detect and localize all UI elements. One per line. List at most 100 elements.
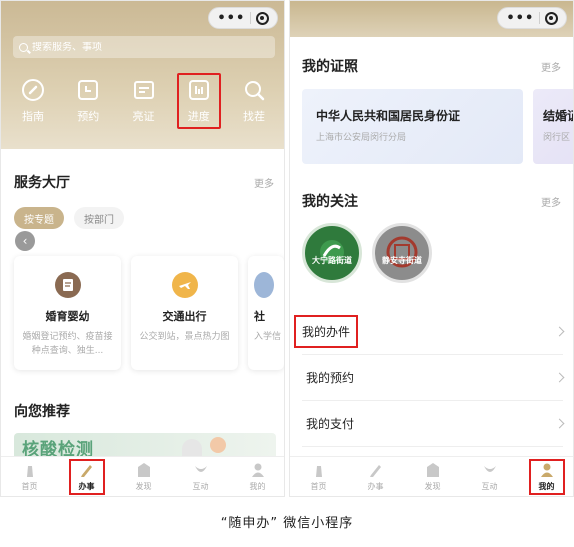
plane-icon <box>171 272 198 298</box>
service-card-marriage[interactable]: 婚育婴幼 婚姻登记预约、疫苗接种点查询、独生... <box>14 256 121 370</box>
document-icon <box>54 272 81 298</box>
more-dots-icon[interactable]: ••• <box>217 12 245 25</box>
figure-caption: “随申办” 微信小程序 <box>220 516 354 531</box>
tab-label: 我的 <box>249 481 266 491</box>
header-banner: ••• 指南 预约 <box>1 1 284 149</box>
tab-interact[interactable]: 互动 <box>183 459 219 495</box>
tab-mine[interactable]: 我的 <box>528 458 565 495</box>
search-input[interactable] <box>32 41 252 53</box>
followed-accounts: 大宁路街道 静安寺街道 <box>302 223 432 283</box>
quick-action-progress[interactable]: 进度 <box>176 73 221 129</box>
service-card-social[interactable]: 社 入学信 示范幕 <box>248 256 284 370</box>
quick-action-label: 指南 <box>22 110 44 123</box>
quick-action-label: 找茬 <box>243 110 265 123</box>
tab-interact[interactable]: 互动 <box>472 459 508 495</box>
card-desc: 公交到站，景点热力图 <box>139 332 230 342</box>
tab-label: 互动 <box>481 481 498 491</box>
chip-by-topic[interactable]: 按专题 <box>14 207 64 229</box>
menu-my-cases[interactable]: 我的办件 <box>294 309 565 355</box>
certificate-title: 结婚证 <box>543 109 573 123</box>
profile-menu: 我的办件 我的预约 我的支付 <box>290 309 573 447</box>
card-desc: 婚姻登记预约、疫苗接种点查询、独生... <box>22 332 113 356</box>
tab-label: 首页 <box>310 481 327 491</box>
home-icon <box>26 462 33 477</box>
follows-more-link[interactable]: 更多 <box>541 194 561 209</box>
certificate-issuer: 闵行区 <box>543 133 571 143</box>
chevron-right-icon <box>554 418 565 429</box>
mini-program-capsule[interactable]: ••• <box>497 7 567 29</box>
search-bar[interactable] <box>13 36 275 58</box>
menu-my-payments[interactable]: 我的支付 <box>302 401 565 447</box>
tab-home[interactable]: 首页 <box>301 459 337 495</box>
home-icon <box>315 462 322 477</box>
capsule-divider <box>538 12 540 24</box>
menu-my-appointments[interactable]: 我的预约 <box>302 355 565 401</box>
certificate-card-id[interactable]: 中华人民共和国居民身份证 上海市公安局闵行分局 <box>302 89 523 164</box>
quick-action-label: 亮证 <box>132 110 155 123</box>
capsule-divider <box>249 12 251 24</box>
tab-discover[interactable]: 发现 <box>126 459 162 495</box>
hands-icon <box>194 465 207 472</box>
quick-action-label: 预约 <box>77 110 100 123</box>
certificate-card-marriage[interactable]: 结婚证 闵行区 <box>533 89 573 164</box>
card-desc: 入学信 示范幕 <box>254 332 284 342</box>
search-icon <box>242 78 266 102</box>
close-target-icon[interactable] <box>255 11 269 25</box>
user-icon <box>540 463 553 477</box>
left-phone-screen: ••• 指南 预约 <box>0 0 285 497</box>
tab-label: 互动 <box>192 481 209 491</box>
followed-account-jingansi[interactable]: 静安寺街道 <box>372 223 432 283</box>
certificates-title: 我的证照 <box>302 59 358 75</box>
chevron-left-icon[interactable]: ‹ <box>15 231 35 251</box>
right-phone-screen: ••• 我的证照 更多 中华人民共和国居民身份证 上海市公安局闵行分局 结婚证 … <box>289 0 574 497</box>
tab-mine[interactable]: 我的 <box>240 459 276 495</box>
quick-action-show-license[interactable]: 亮证 <box>122 73 166 129</box>
certificate-cards: 中华人民共和国居民身份证 上海市公安局闵行分局 结婚证 闵行区 <box>302 89 573 164</box>
tab-label: 办事 <box>367 481 384 491</box>
tab-label: 我的 <box>538 481 555 491</box>
progress-bars-icon <box>187 78 211 102</box>
tab-home[interactable]: 首页 <box>12 459 48 495</box>
menu-label: 我的办件 <box>294 315 359 348</box>
page: ••• 指南 预约 <box>0 0 574 547</box>
card-title: 交通出行 <box>162 310 207 323</box>
mini-program-capsule[interactable]: ••• <box>208 7 278 29</box>
menu-label: 我的支付 <box>306 417 355 431</box>
quick-action-label: 进度 <box>187 110 210 123</box>
tab-label: 办事 <box>78 481 95 491</box>
more-dots-icon[interactable]: ••• <box>506 12 534 25</box>
person-illustration <box>210 437 226 453</box>
card-title: 社 <box>254 310 265 323</box>
chevron-right-icon <box>554 326 565 337</box>
card-icon <box>132 78 156 102</box>
certificates-more-link[interactable]: 更多 <box>541 59 561 74</box>
close-target-icon[interactable] <box>544 11 558 25</box>
quick-action-appointment[interactable]: 预约 <box>66 73 110 129</box>
tab-discover[interactable]: 发现 <box>415 459 451 495</box>
header-strip: ••• <box>290 1 573 37</box>
chip-by-department[interactable]: 按部门 <box>74 207 124 229</box>
quick-action-find-issue[interactable]: 找茬 <box>232 73 276 129</box>
followed-account-label: 大宁路街道 <box>312 256 352 265</box>
tab-label: 首页 <box>21 481 38 491</box>
card-icon <box>254 272 274 298</box>
tab-services[interactable]: 办事 <box>358 459 394 495</box>
district-emblem-icon <box>320 240 344 264</box>
tab-services[interactable]: 办事 <box>68 458 105 495</box>
service-card-transport[interactable]: 交通出行 公交到站，景点热力图 <box>131 256 238 370</box>
recommend-title: 向您推荐 <box>14 404 70 420</box>
tab-label: 发现 <box>135 481 152 491</box>
district-emblem-icon <box>386 236 418 268</box>
quick-actions: 指南 预约 亮证 进度 找茬 <box>11 73 276 129</box>
certificate-title: 中华人民共和国居民身份证 <box>316 109 461 123</box>
chevron-right-icon <box>554 372 565 383</box>
follows-title: 我的关注 <box>302 194 358 210</box>
quick-action-guide[interactable]: 指南 <box>11 73 55 129</box>
card-title: 婚育婴幼 <box>45 310 90 323</box>
service-hall-title: 服务大厅 <box>14 175 70 191</box>
followed-account-daning[interactable]: 大宁路街道 <box>302 223 362 283</box>
pen-icon <box>369 464 381 477</box>
bottom-tab-bar: 首页 办事 发现 互动 我的 <box>1 456 284 496</box>
service-hall-more-link[interactable]: 更多 <box>254 175 274 190</box>
compass-icon <box>21 78 45 102</box>
